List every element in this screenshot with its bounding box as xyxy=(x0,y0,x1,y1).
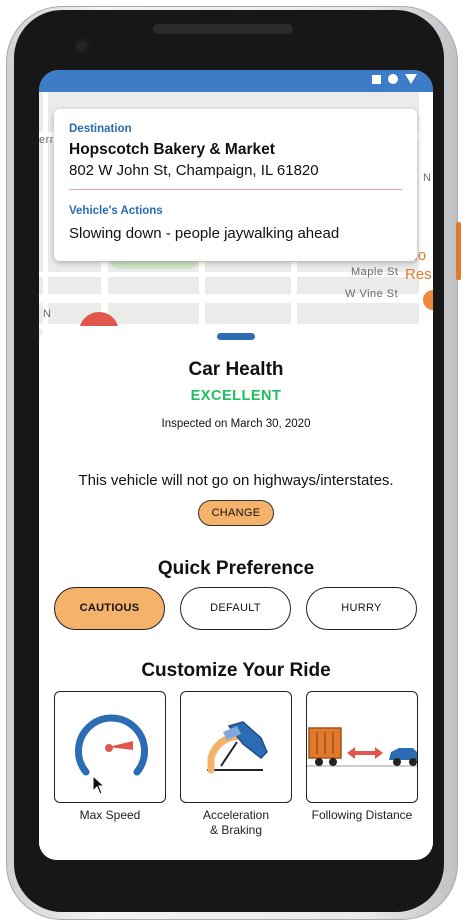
vehicle-actions-text: Slowing down - people jaywalking ahead xyxy=(69,225,340,242)
destination-name: Hopscotch Bakery & Market xyxy=(69,141,275,158)
destination-address: 802 W John St, Champaign, IL 61820 xyxy=(69,162,319,179)
trip-info-card: Destination Hopscotch Bakery & Market 80… xyxy=(54,109,417,261)
preference-cautious-button[interactable]: CAUTIOUS xyxy=(54,587,165,630)
max-speed-tile[interactable] xyxy=(54,691,166,803)
car-health-status: EXCELLENT xyxy=(190,388,282,404)
front-camera xyxy=(74,38,90,54)
divider xyxy=(69,189,402,190)
street-label-n-right: N xyxy=(423,172,432,184)
preference-default-button[interactable]: DEFAULT xyxy=(180,587,291,630)
following-distance-tile[interactable] xyxy=(306,691,418,803)
square-icon xyxy=(372,74,381,84)
speaker-grille xyxy=(153,24,293,34)
preference-hurry-button[interactable]: HURRY xyxy=(306,587,417,630)
following-distance-label: Following Distance xyxy=(311,808,413,822)
highway-notice: This vehicle will not go on highways/int… xyxy=(78,472,394,489)
destination-label: Destination xyxy=(69,123,132,135)
quick-preference-title: Quick Preference xyxy=(157,558,315,579)
inspection-date: Inspected on March 30, 2020 xyxy=(161,418,311,430)
street-label-maple: Maple St xyxy=(351,266,399,278)
mouse-cursor-icon xyxy=(92,775,106,795)
phone-screen: Maple St W Vine St errat N N Ro Res Dest… xyxy=(39,70,433,860)
sheet-drag-handle[interactable] xyxy=(217,333,255,340)
max-speed-label: Max Speed xyxy=(79,808,141,822)
acceleration-braking-tile[interactable] xyxy=(180,691,292,803)
map-road xyxy=(419,92,433,352)
customize-title: Customize Your Ride xyxy=(141,660,331,681)
street-label-vine: W Vine St xyxy=(345,288,399,300)
change-button[interactable]: CHANGE xyxy=(198,500,274,526)
bottom-sheet: Car Health EXCELLENT Inspected on March … xyxy=(39,326,433,860)
pedal-icon xyxy=(207,721,268,774)
power-button xyxy=(456,222,461,280)
street-label-n: N xyxy=(43,308,52,320)
car-health-title: Car Health xyxy=(188,359,284,380)
vehicle-actions-label: Vehicle's Actions xyxy=(69,205,163,217)
triangle-icon xyxy=(405,74,417,84)
acceleration-braking-label: Acceleration & Braking xyxy=(202,808,270,837)
status-bar xyxy=(39,70,433,92)
poi-label: Res xyxy=(405,266,432,283)
speedometer-icon xyxy=(75,714,148,776)
circle-icon xyxy=(388,74,398,84)
truck-car-distance-icon xyxy=(307,727,417,767)
